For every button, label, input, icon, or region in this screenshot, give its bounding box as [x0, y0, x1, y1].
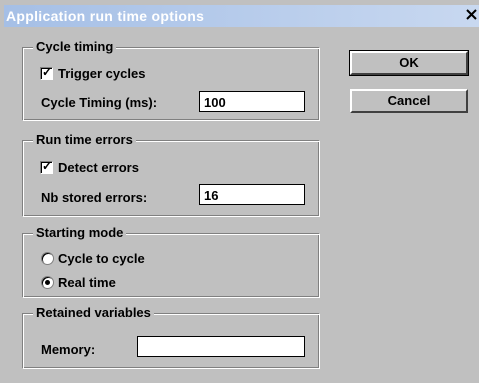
retained-variables-legend: Retained variables — [33, 305, 154, 320]
cycle-to-cycle-radio[interactable] — [41, 252, 54, 265]
close-button[interactable] — [464, 6, 479, 23]
trigger-cycles-checkbox[interactable]: ✓ — [40, 65, 53, 80]
starting-mode-legend: Starting mode — [33, 225, 127, 240]
real-time-label[interactable]: Real time — [58, 275, 116, 290]
trigger-cycles-label[interactable]: Trigger cycles — [58, 66, 145, 81]
stored-errors-input[interactable]: 16 — [199, 184, 305, 205]
run-time-errors-legend: Run time errors — [33, 132, 136, 147]
cancel-button[interactable]: Cancel — [350, 89, 468, 113]
cycle-timing-label: Cycle Timing (ms): — [41, 95, 158, 110]
cancel-button-label: Cancel — [387, 93, 431, 108]
radio-selected-dot — [45, 280, 50, 285]
cycle-timing-input[interactable]: 100 — [199, 91, 305, 112]
run-time-options-dialog: Application run time options Cycle timin… — [0, 0, 479, 383]
real-time-radio[interactable] — [41, 276, 54, 289]
cycle-to-cycle-label[interactable]: Cycle to cycle — [58, 251, 145, 266]
memory-input[interactable] — [137, 336, 305, 357]
checkmark-icon: ✓ — [42, 159, 53, 173]
detect-errors-checkbox[interactable]: ✓ — [40, 159, 53, 174]
ok-button[interactable]: OK — [349, 50, 469, 76]
checkmark-icon: ✓ — [42, 65, 53, 79]
detect-errors-label[interactable]: Detect errors — [58, 160, 139, 175]
cycle-timing-legend: Cycle timing — [33, 39, 117, 54]
stored-errors-label: Nb stored errors: — [41, 190, 148, 205]
memory-label: Memory: — [41, 342, 96, 357]
run-time-errors-group: Run time errors — [22, 132, 320, 217]
title-bar: Application run time options — [4, 5, 479, 27]
close-icon — [466, 7, 477, 24]
ok-button-label: OK — [399, 55, 419, 70]
window-title: Application run time options — [6, 8, 205, 24]
